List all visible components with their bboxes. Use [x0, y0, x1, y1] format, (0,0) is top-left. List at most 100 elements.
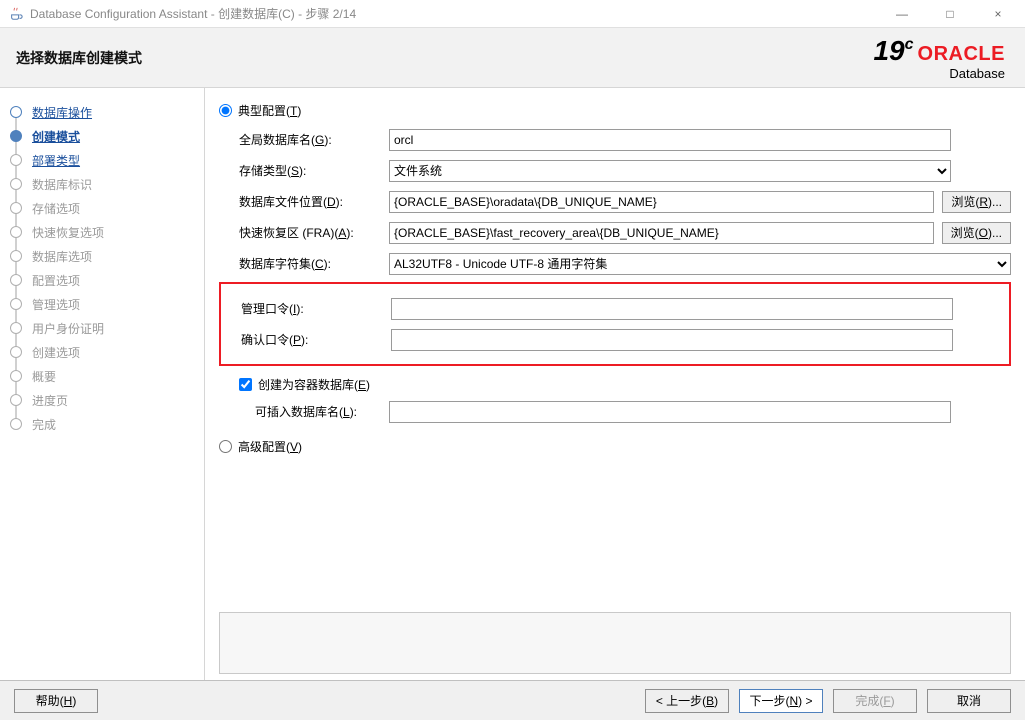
sidebar-step-label: 创建模式 — [32, 128, 80, 145]
sidebar-step-13: 完成 — [10, 412, 204, 436]
close-button[interactable]: × — [983, 7, 1013, 21]
row-container-db[interactable]: 创建为容器数据库(E) — [239, 376, 1011, 393]
brand-logo: 19c ORACLE Database — [873, 36, 1005, 81]
sidebar-step-label: 创建选项 — [32, 344, 80, 361]
step-dot-icon — [10, 202, 22, 214]
radio-typical-label: 典型配置(T) — [238, 102, 301, 119]
main: 数据库操作创建模式部署类型数据库标识存储选项快速恢复选项数据库选项配置选项管理选… — [0, 88, 1025, 680]
java-cup-icon — [8, 6, 24, 22]
label-db-file-location: 数据库文件位置(D): — [239, 193, 389, 210]
password-highlight: 管理口令(I): 确认口令(P): — [219, 282, 1011, 366]
label-pluggable-name: 可插入数据库名(L): — [255, 403, 389, 420]
sidebar-step-7: 配置选项 — [10, 268, 204, 292]
radio-typical-config[interactable]: 典型配置(T) — [219, 102, 1011, 119]
browse-fra-button[interactable]: 浏览(O)... — [942, 222, 1011, 244]
sidebar-step-12: 进度页 — [10, 388, 204, 412]
input-db-file-location[interactable] — [389, 191, 934, 213]
radio-advanced-input[interactable] — [219, 440, 232, 453]
row-fra: 快速恢复区 (FRA)(A): 浏览(O)... — [239, 220, 1011, 245]
label-fra: 快速恢复区 (FRA)(A): — [239, 224, 389, 241]
radio-advanced-config[interactable]: 高级配置(V) — [219, 438, 1011, 455]
header: 选择数据库创建模式 19c ORACLE Database — [0, 28, 1025, 88]
input-fra[interactable] — [389, 222, 934, 244]
row-db-file-location: 数据库文件位置(D): 浏览(R)... — [239, 189, 1011, 214]
row-charset: 数据库字符集(C): AL32UTF8 - Unicode UTF-8 通用字符… — [239, 251, 1011, 276]
sidebar-step-label: 用户身份证明 — [32, 320, 104, 337]
input-pluggable-name[interactable] — [389, 401, 951, 423]
sidebar-step-4: 存储选项 — [10, 196, 204, 220]
brand-version: 19c — [873, 36, 913, 67]
footer: 帮助(H) < 上一步(B) 下一步(N) > 完成(F) 取消 — [0, 680, 1025, 720]
row-admin-password: 管理口令(I): — [241, 296, 1003, 321]
sidebar-step-label: 完成 — [32, 416, 56, 433]
select-charset[interactable]: AL32UTF8 - Unicode UTF-8 通用字符集 — [389, 253, 1011, 275]
sidebar-step-label: 部署类型 — [32, 152, 80, 169]
window-controls: — □ × — [887, 7, 1013, 21]
step-dot-icon — [10, 298, 22, 310]
row-confirm-password: 确认口令(P): — [241, 327, 1003, 352]
sidebar: 数据库操作创建模式部署类型数据库标识存储选项快速恢复选项数据库选项配置选项管理选… — [0, 88, 205, 680]
sidebar-step-label: 管理选项 — [32, 296, 80, 313]
label-confirm-password: 确认口令(P): — [241, 331, 391, 348]
sidebar-step-label: 数据库选项 — [32, 248, 92, 265]
cancel-button[interactable]: 取消 — [927, 689, 1011, 713]
sidebar-step-label: 数据库标识 — [32, 176, 92, 193]
step-dot-icon — [10, 274, 22, 286]
label-charset: 数据库字符集(C): — [239, 255, 389, 272]
back-button[interactable]: < 上一步(B) — [645, 689, 729, 713]
radio-advanced-label: 高级配置(V) — [238, 438, 302, 455]
window-title: Database Configuration Assistant - 创建数据库… — [30, 5, 887, 22]
sidebar-step-8: 管理选项 — [10, 292, 204, 316]
sidebar-step-6: 数据库选项 — [10, 244, 204, 268]
input-admin-password[interactable] — [391, 298, 953, 320]
sidebar-step-label: 数据库操作 — [32, 104, 92, 121]
step-dot-icon — [10, 106, 22, 118]
sidebar-step-label: 快速恢复选项 — [32, 224, 104, 241]
radio-typical-input[interactable] — [219, 104, 232, 117]
step-dot-icon — [10, 370, 22, 382]
sidebar-step-10: 创建选项 — [10, 340, 204, 364]
step-dot-icon — [10, 322, 22, 334]
sidebar-step-label: 配置选项 — [32, 272, 80, 289]
step-dot-icon — [10, 178, 22, 190]
select-storage-type[interactable]: 文件系统 — [389, 160, 951, 182]
input-confirm-password[interactable] — [391, 329, 953, 351]
checkbox-container-db[interactable] — [239, 378, 252, 391]
step-dot-icon — [10, 154, 22, 166]
next-button[interactable]: 下一步(N) > — [739, 689, 823, 713]
step-dot-icon — [10, 394, 22, 406]
row-storage-type: 存储类型(S): 文件系统 — [239, 158, 1011, 183]
step-dot-icon — [10, 226, 22, 238]
titlebar: Database Configuration Assistant - 创建数据库… — [0, 0, 1025, 28]
step-dot-icon — [10, 346, 22, 358]
label-container-db: 创建为容器数据库(E) — [258, 376, 370, 393]
sidebar-step-9: 用户身份证明 — [10, 316, 204, 340]
sidebar-step-2[interactable]: 部署类型 — [10, 148, 204, 172]
browse-db-file-button[interactable]: 浏览(R)... — [942, 191, 1011, 213]
page-title: 选择数据库创建模式 — [16, 48, 142, 68]
minimize-button[interactable]: — — [887, 7, 917, 21]
sidebar-step-label: 概要 — [32, 368, 56, 385]
sidebar-step-3: 数据库标识 — [10, 172, 204, 196]
sidebar-step-label: 进度页 — [32, 392, 68, 409]
step-dot-icon — [10, 130, 22, 142]
label-global-db-name: 全局数据库名(G): — [239, 131, 389, 148]
sidebar-step-1[interactable]: 创建模式 — [10, 124, 204, 148]
sidebar-step-11: 概要 — [10, 364, 204, 388]
maximize-button[interactable]: □ — [935, 7, 965, 21]
label-admin-password: 管理口令(I): — [241, 300, 391, 317]
help-button[interactable]: 帮助(H) — [14, 689, 98, 713]
row-pluggable-name: 可插入数据库名(L): — [255, 399, 1011, 424]
sidebar-step-5: 快速恢复选项 — [10, 220, 204, 244]
brand-subtitle: Database — [873, 67, 1005, 81]
step-dot-icon — [10, 250, 22, 262]
finish-button[interactable]: 完成(F) — [833, 689, 917, 713]
row-global-db-name: 全局数据库名(G): — [239, 127, 1011, 152]
input-global-db-name[interactable] — [389, 129, 951, 151]
sidebar-step-label: 存储选项 — [32, 200, 80, 217]
sidebar-step-0[interactable]: 数据库操作 — [10, 100, 204, 124]
message-area — [219, 612, 1011, 674]
content: 典型配置(T) 全局数据库名(G): 存储类型(S): 文件系统 数据库文件位置… — [205, 88, 1025, 680]
step-dot-icon — [10, 418, 22, 430]
brand-name: ORACLE — [918, 43, 1005, 65]
